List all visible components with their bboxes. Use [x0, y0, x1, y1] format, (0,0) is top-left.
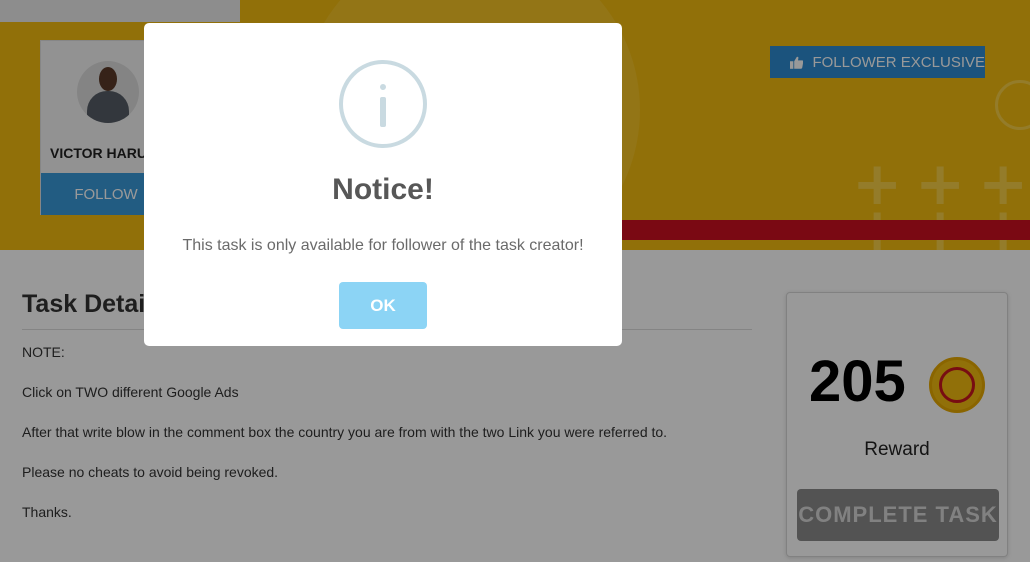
- notice-dialog: Notice! This task is only available for …: [144, 23, 622, 346]
- dialog-title: Notice!: [332, 173, 434, 206]
- ok-button[interactable]: OK: [339, 282, 427, 329]
- dialog-message: This task is only available for follower…: [182, 237, 584, 254]
- info-icon: [339, 60, 427, 148]
